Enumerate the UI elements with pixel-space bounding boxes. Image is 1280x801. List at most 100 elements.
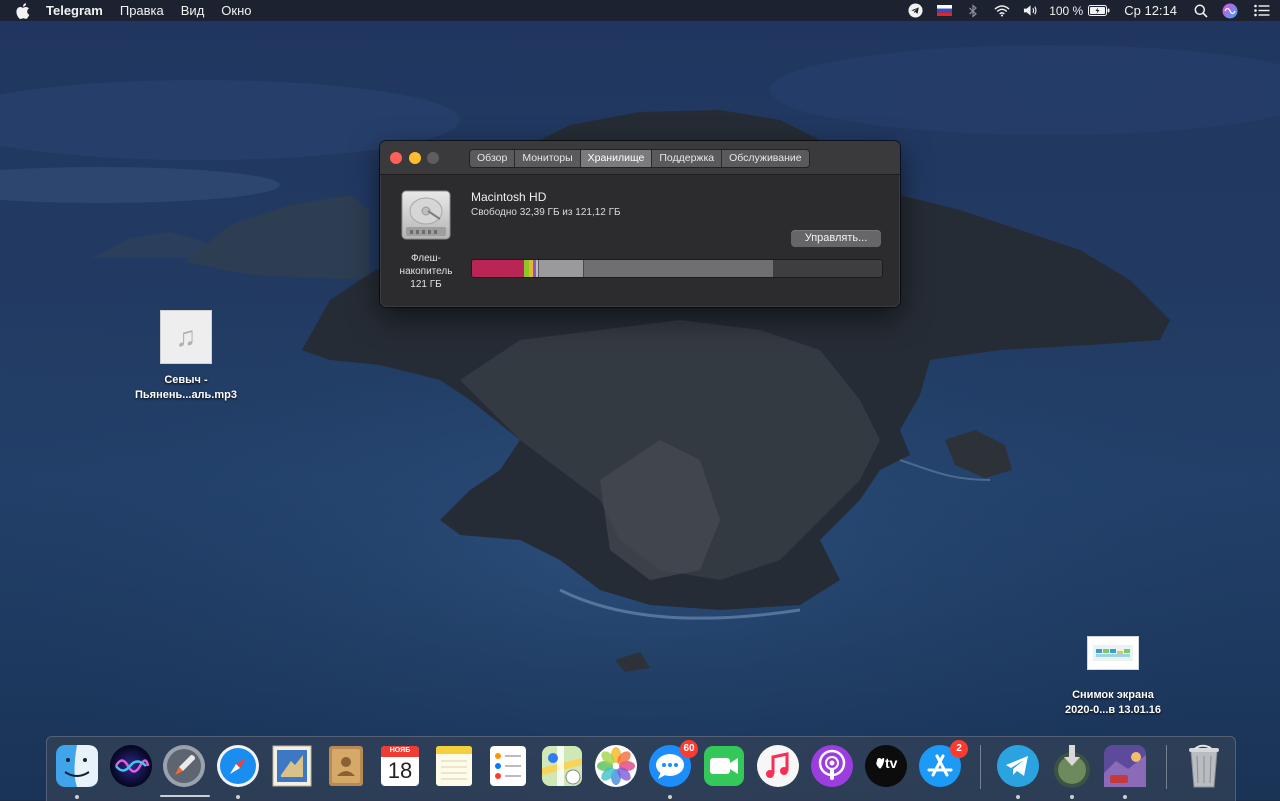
dock-podcasts[interactable] <box>809 743 855 789</box>
messages-badge: 60 <box>680 740 698 758</box>
dock-apple-tv[interactable]: tv <box>863 743 909 789</box>
contacts-book-icon <box>329 746 363 786</box>
wifi-icon[interactable] <box>994 3 1010 19</box>
dock-reminders[interactable] <box>485 743 531 789</box>
dock-installer[interactable] <box>1049 743 1095 789</box>
running-indicator <box>668 795 672 799</box>
app-store-badge: 2 <box>950 740 968 758</box>
disk-caption-size: 121 ГБ <box>410 279 442 290</box>
russian-flag-input-icon[interactable] <box>936 3 952 19</box>
tab-bar: Обзор Мониторы Хранилище Поддержка Обслу… <box>469 149 810 168</box>
window-zoom-button <box>427 152 439 164</box>
telegram-plane-icon <box>997 745 1039 787</box>
dock-maps[interactable] <box>539 743 585 789</box>
menu-bar: Telegram Правка Вид Окно 100 % Ср 12:14 <box>0 0 1280 21</box>
apple-menu-icon[interactable] <box>16 2 32 19</box>
file-name-line2: 2020-0...в 13.01.16 <box>1064 704 1162 716</box>
volume-icon[interactable] <box>1023 3 1039 19</box>
dock-game-app[interactable] <box>1102 743 1148 789</box>
window-titlebar[interactable]: Обзор Мониторы Хранилище Поддержка Обслу… <box>380 141 900 175</box>
notification-center-icon[interactable] <box>1254 3 1270 19</box>
disk-caption-type-2: накопитель <box>399 266 453 277</box>
mail-stamp-icon <box>272 745 312 787</box>
menu-view[interactable]: Вид <box>181 0 205 21</box>
music-note-icon: ♫ <box>160 310 212 364</box>
siri-icon <box>110 745 152 787</box>
spotlight-search-icon[interactable] <box>1193 3 1209 19</box>
dock-notes[interactable] <box>431 743 477 789</box>
calendar-day: 18 <box>387 758 413 783</box>
dock-music[interactable] <box>755 743 801 789</box>
desktop-file-mp3[interactable]: ♫ Севыч - Пьянень...аль.mp3 <box>120 310 252 403</box>
podcasts-icon <box>811 745 853 787</box>
dock-photos[interactable] <box>593 743 639 789</box>
storage-pane: Флеш- накопитель 121 ГБ Macintosh HD Сво… <box>380 175 900 307</box>
menu-window[interactable]: Окно <box>221 0 251 21</box>
dock-safari[interactable] <box>215 743 261 789</box>
dock-launchpad[interactable] <box>161 743 207 789</box>
storage-usage-bar[interactable] <box>471 259 883 278</box>
volume-name: Macintosh HD <box>471 190 547 204</box>
dock-messages[interactable]: 60 <box>647 740 698 789</box>
file-name-line2: Пьянень...аль.mp3 <box>135 389 237 401</box>
running-indicator <box>1016 795 1020 799</box>
dock-contacts[interactable] <box>323 743 369 789</box>
dock-mail[interactable] <box>269 743 315 789</box>
siri-icon[interactable] <box>1222 3 1238 19</box>
battery-percent[interactable]: 100 % <box>1049 4 1083 18</box>
battery-charging-icon[interactable] <box>1088 3 1110 19</box>
file-name-line1: Севыч - <box>164 374 208 386</box>
storage-segment-system[interactable] <box>538 260 583 277</box>
maps-icon <box>542 746 582 786</box>
dock-siri[interactable] <box>108 743 154 789</box>
tab-displays[interactable]: Мониторы <box>515 150 581 167</box>
disk-caption-type: Флеш- <box>410 253 442 264</box>
running-indicator <box>75 795 79 799</box>
tab-service[interactable]: Обслуживание <box>722 150 809 167</box>
apple-tv-label: tv <box>885 755 898 771</box>
storage-segment-apps[interactable] <box>472 260 524 277</box>
hard-drive-icon <box>401 190 451 240</box>
disk-caption: Флеш- накопитель 121 ГБ <box>390 252 462 291</box>
desktop-file-screenshot[interactable]: Снимок экрана 2020-0...в 13.01.16 <box>1048 636 1178 718</box>
launchpad-indicator <box>160 795 210 797</box>
tab-overview[interactable]: Обзор <box>470 150 516 167</box>
dock-app-store[interactable]: 2 <box>917 740 968 789</box>
menubar-clock[interactable]: Ср 12:14 <box>1124 3 1177 18</box>
photos-flower-icon <box>595 745 637 787</box>
safari-compass-icon <box>217 745 259 787</box>
notes-icon <box>436 746 472 786</box>
file-name-line1: Снимок экрана <box>1072 689 1154 701</box>
dock-separator <box>980 745 981 789</box>
running-indicator <box>236 795 240 799</box>
game-app-icon <box>1104 745 1146 787</box>
dock-separator <box>1166 745 1167 789</box>
volume-free-space: Свободно 32,39 ГБ из 121,12 ГБ <box>471 207 621 218</box>
tab-support[interactable]: Поддержка <box>652 150 723 167</box>
dock-calendar[interactable]: НОЯБ 18 <box>377 743 423 789</box>
running-indicator <box>1123 795 1127 799</box>
about-this-mac-window: Обзор Мониторы Хранилище Поддержка Обслу… <box>380 141 900 307</box>
manage-storage-button[interactable]: Управлять... <box>791 230 881 247</box>
trash-can-icon <box>1189 744 1219 788</box>
facetime-camera-icon <box>704 746 744 786</box>
window-minimize-button[interactable] <box>409 152 421 164</box>
dock-finder[interactable] <box>54 743 100 789</box>
storage-segment-other[interactable] <box>583 260 773 277</box>
running-indicator <box>1070 795 1074 799</box>
screenshot-thumbnail-icon <box>1087 636 1139 670</box>
menu-app-telegram[interactable]: Telegram <box>46 0 103 21</box>
menu-edit[interactable]: Правка <box>120 0 164 21</box>
dock-facetime[interactable] <box>701 743 747 789</box>
reminders-icon <box>490 746 526 786</box>
window-close-button[interactable] <box>390 152 402 164</box>
telegram-status-icon[interactable] <box>907 3 923 19</box>
bluetooth-icon[interactable] <box>965 3 981 19</box>
launchpad-rocket-icon <box>163 745 205 787</box>
dock: НОЯБ 18 60 tv 2 <box>46 736 1236 801</box>
download-installer-icon <box>1054 745 1090 788</box>
music-note-app-icon <box>757 745 799 787</box>
dock-telegram[interactable] <box>995 743 1041 789</box>
tab-storage[interactable]: Хранилище <box>580 150 653 167</box>
dock-trash[interactable] <box>1181 743 1227 789</box>
